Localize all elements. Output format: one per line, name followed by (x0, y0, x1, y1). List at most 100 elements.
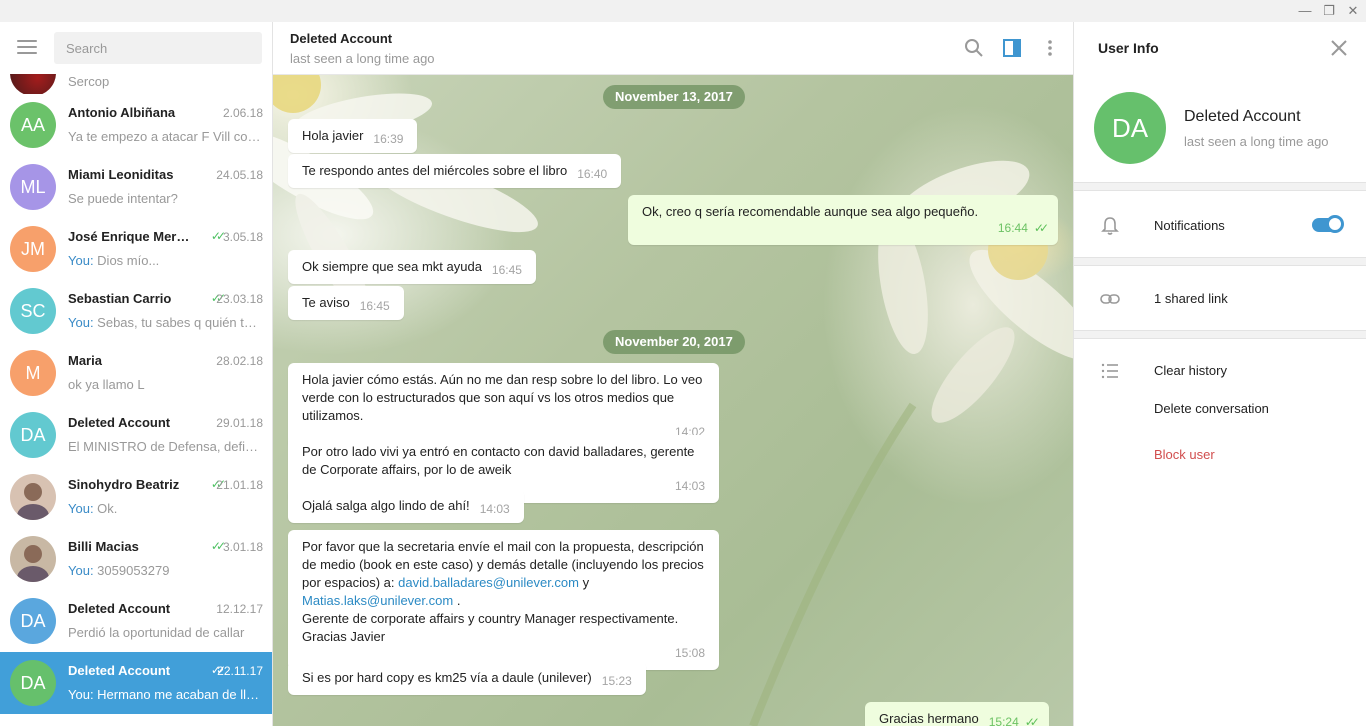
close-icon[interactable] (1330, 39, 1348, 57)
message-bubble[interactable]: Te respondo antes del miércoles sobre el… (288, 154, 622, 188)
clear-history-button[interactable]: Clear history (1154, 363, 1227, 378)
message-bubble[interactable]: Por favor que la secretaria envíe el mai… (288, 530, 719, 670)
chat-list-item[interactable]: DA Deleted Account 29.01.18 El MINISTRO de … (0, 404, 272, 466)
chat-list-item[interactable]: DA Deleted Account ✓✓ 22.11.17 You: Hermano … (0, 652, 272, 714)
list-icon (1101, 363, 1118, 379)
chat-list-item[interactable]: AA Antonio Albiñana 2.06.18 Ya te empezo a … (0, 94, 272, 156)
message-bubble[interactable]: Te aviso 16:45 (288, 286, 404, 320)
shared-links-item[interactable]: 1 shared link (1154, 291, 1228, 306)
more-options-icon[interactable] (1039, 37, 1061, 59)
message-text: Si es por hard copy es km25 vía a daule … (302, 670, 592, 685)
chat-list-item[interactable]: Sinohydro Beatriz ✓✓ 21.01.18 You: Ok. (0, 466, 272, 528)
chat-list-item-partial[interactable]: Sercop (0, 74, 272, 94)
chat-list-item[interactable]: SC Sebastian Carrio ✓✓ 23.03.18 You: Sebas, … (0, 280, 272, 342)
profile-name: Deleted Account (1184, 108, 1301, 125)
chat-preview-text: You: Hermano me acaban de llamar... (68, 687, 263, 702)
message-bubble[interactable]: Ojalá salga algo lindo de ahí! 14:03 (288, 489, 524, 523)
chat-list-item[interactable]: DA Deleted Account 12.12.17 Perdió la oport… (0, 590, 272, 652)
chat-list-item[interactable]: M Maria 28.02.18 ok ya llamo L (0, 342, 272, 404)
conversation-status: last seen a long time ago (290, 51, 435, 66)
chat-preview: ok ya llamo L (68, 377, 263, 392)
message-bubble-outgoing[interactable]: Ok, creo q sería recomendable aunque sea… (628, 195, 1058, 245)
message-text: Hola javier (302, 128, 364, 143)
chat-name: Deleted Account (68, 601, 171, 616)
avatar: JM (10, 226, 56, 272)
message-bubble[interactable]: Hola javier 16:39 (288, 119, 418, 153)
chat-preview-text: Dios mío... (97, 253, 160, 268)
chat-name: Maria (68, 353, 102, 368)
conversation-pane: Deleted Account last seen a long time ag… (273, 22, 1073, 726)
email-link[interactable]: Matias.laks@unilever.com (302, 593, 453, 608)
message-bubble-outgoing[interactable]: Gracias hermano 15:24 ✓✓ (865, 702, 1049, 726)
double-check-icon: ✓✓ (1024, 715, 1040, 726)
chat-preview: You: Ok. (68, 501, 263, 516)
chat-preview: You: 3059053279 (68, 563, 263, 578)
notifications-toggle[interactable] (1312, 215, 1344, 233)
hamburger-menu-icon[interactable] (17, 40, 37, 56)
chat-date: 3.01.18 (222, 540, 263, 554)
block-user-button[interactable]: Block user (1154, 447, 1215, 462)
avatar: DA (10, 598, 56, 644)
search-input[interactable] (54, 32, 262, 64)
message-time: 15:08 (674, 646, 705, 660)
chat-date: 12.12.17 (216, 602, 263, 616)
chat-preview: El MINISTRO de Defensa, definiendo... (68, 439, 263, 454)
message-time: 16:44 ✓✓ (997, 221, 1049, 235)
message-bubble[interactable]: Ok siempre que sea mkt ayuda 16:45 (288, 250, 536, 284)
conversation-header: Deleted Account last seen a long time ag… (273, 22, 1073, 75)
delete-conversation-button[interactable]: Delete conversation (1154, 401, 1269, 416)
chat-date: 23.03.18 (216, 292, 263, 306)
chat-preview-text: Se puede intentar? (68, 191, 178, 206)
link-icon (1100, 294, 1120, 304)
avatar: DA (10, 660, 56, 706)
email-link[interactable]: david.balladares@unilever.com (398, 575, 579, 590)
search-icon[interactable] (963, 37, 985, 59)
chat-preview: Se puede intentar? (68, 191, 263, 206)
avatar: AA (10, 102, 56, 148)
restore-button[interactable]: ❐ (1318, 1, 1340, 21)
chat-name: José Enrique Mercado (68, 229, 196, 244)
chat-preview-text: Sebas, tu sabes q quién te queda... (97, 315, 263, 330)
chat-date: 21.01.18 (216, 478, 263, 492)
message-bubble[interactable]: Si es por hard copy es km25 vía a daule … (288, 661, 646, 695)
profile-avatar[interactable]: DA (1094, 92, 1166, 164)
double-check-icon: ✓✓ (1033, 221, 1049, 235)
minimize-button[interactable]: — (1294, 1, 1316, 21)
chat-date: 28.02.18 (216, 354, 263, 368)
message-time: 16:45 (491, 263, 522, 277)
date-separator: November 20, 2017 (603, 330, 745, 354)
notifications-label: Notifications (1154, 218, 1225, 233)
sidebar-toggle-icon[interactable] (1001, 37, 1023, 59)
chat-date: 22.11.17 (217, 664, 263, 678)
chat-date: 24.05.18 (216, 168, 263, 182)
chat-name: Billi Macias (68, 539, 139, 554)
avatar (10, 74, 56, 94)
title-bar: — ❐ ✕ (0, 0, 1366, 22)
chat-preview: Perdió la oportunidad de callar (68, 625, 263, 640)
message-text: Hola javier cómo estás. Aún no me dan re… (302, 372, 703, 423)
message-time: 15:24 ✓✓ (989, 715, 1040, 726)
chat-preview: Sercop (68, 74, 110, 89)
chat-list-item[interactable]: JM José Enrique Mercado ✓✓ 3.05.18 You: Dios… (0, 218, 272, 280)
message-text: Te aviso (302, 295, 350, 310)
message-time: 14:03 (479, 502, 510, 516)
chat-list-item[interactable]: Billi Macias ✓✓ 3.01.18 You: 3059053279 (0, 528, 272, 590)
chat-list-item[interactable]: ML Miami Leoniditas 24.05.18 Se puede inten… (0, 156, 272, 218)
chat-preview: Ya te empezo a atacar F Vill con el tema… (68, 129, 263, 144)
you-prefix: You: (68, 563, 98, 578)
message-text: Gracias hermano (879, 711, 979, 726)
message-time: 16:39 (373, 132, 404, 146)
user-info-pane: User Info DA Deleted Account last seen a… (1073, 22, 1366, 726)
date-separator: November 13, 2017 (603, 85, 745, 109)
chat-list: Sercop AA Antonio Albiñana 2.06.18 Ya te em… (0, 74, 272, 714)
double-check-icon: ✓✓ (210, 539, 226, 553)
chat-date: 29.01.18 (216, 416, 263, 430)
you-prefix: You: (68, 501, 98, 516)
message-time: 16:45 (359, 299, 390, 313)
bell-icon (1101, 217, 1119, 235)
message-text: . (456, 593, 461, 608)
chat-name: Sebastian Carrio (68, 291, 172, 306)
conversation-title[interactable]: Deleted Account (290, 31, 392, 46)
close-window-button[interactable]: ✕ (1342, 1, 1364, 21)
message-list: November 13, 2017 Hola javier 16:39 Te re… (273, 75, 1073, 726)
